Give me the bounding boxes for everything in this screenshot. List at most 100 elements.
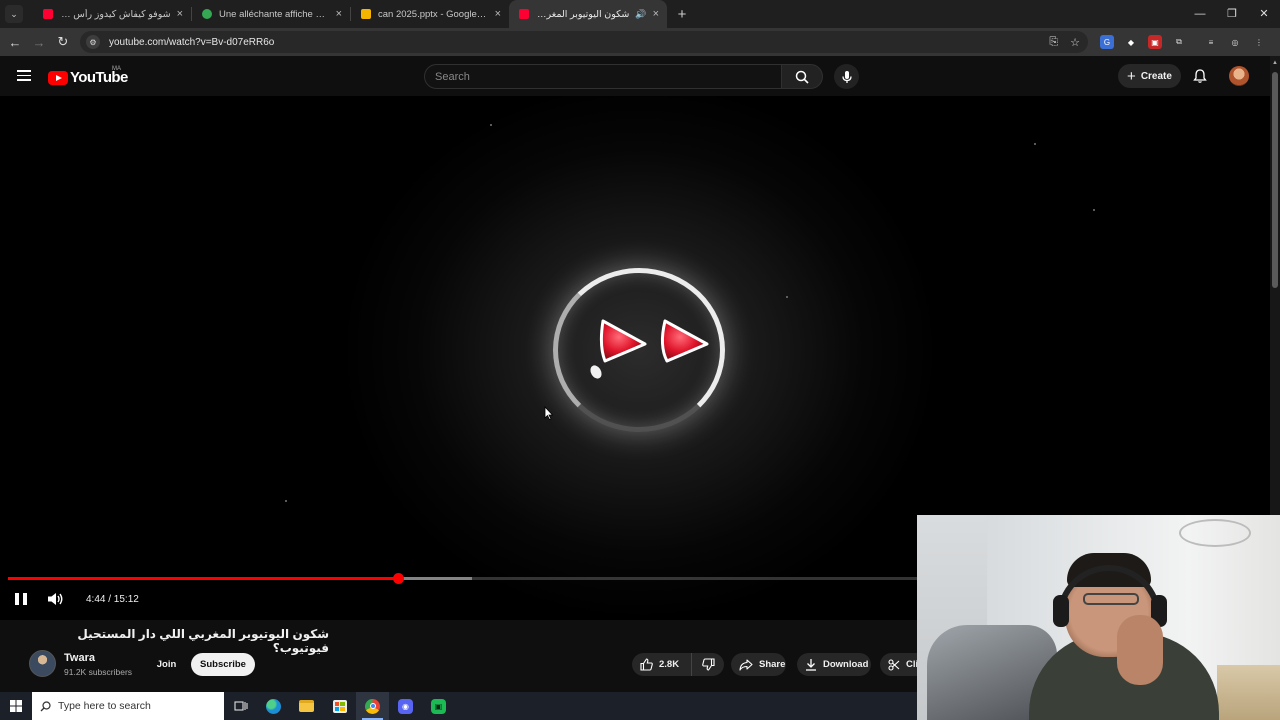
new-tab-button[interactable]: + bbox=[671, 6, 693, 23]
task-view-icon[interactable] bbox=[224, 692, 257, 720]
forward-arrow-icon[interactable]: → bbox=[27, 35, 51, 50]
thumbs-up-icon bbox=[640, 658, 653, 671]
diamond-extension-icon[interactable]: ◆ bbox=[1124, 35, 1138, 49]
file-explorer-icon[interactable] bbox=[290, 692, 323, 720]
channel-avatar[interactable] bbox=[29, 650, 56, 677]
browser-tab-strip: ⌄ شوفو كيفاش كيدوز رأس السنة ف... × Une … bbox=[0, 0, 1280, 28]
tab-title: can 2025.pptx - Google Slides bbox=[378, 8, 489, 20]
taskbar-search-box[interactable] bbox=[32, 692, 224, 720]
taskbar-search-input[interactable] bbox=[58, 700, 218, 712]
restore-icon[interactable]: ❐ bbox=[1216, 0, 1248, 28]
notifications-bell-icon[interactable] bbox=[1192, 68, 1208, 84]
speaker-icon: 🔊 bbox=[635, 8, 647, 19]
create-label: Create bbox=[1140, 70, 1172, 82]
browser-menu-icon[interactable]: ⋮ bbox=[1252, 35, 1266, 49]
subscribe-button[interactable]: Subscribe bbox=[191, 653, 255, 676]
site-favicon-icon bbox=[202, 9, 212, 19]
scissors-icon bbox=[888, 658, 900, 671]
voice-search-button[interactable] bbox=[834, 64, 859, 89]
youtube-favicon-icon bbox=[519, 9, 529, 19]
join-button[interactable]: Join bbox=[149, 653, 184, 676]
windows-logo-icon bbox=[10, 700, 22, 712]
youtube-favicon-icon bbox=[43, 9, 53, 19]
download-label: Download bbox=[823, 659, 869, 670]
browser-tab-2[interactable]: Une alléchante affiche des huiti... × bbox=[192, 0, 350, 28]
region-code: MA bbox=[112, 66, 121, 72]
chrome-taskbar-icon[interactable] bbox=[356, 692, 389, 720]
search-icon bbox=[40, 700, 51, 711]
browser-tab-4-active[interactable]: شكون اليوتيوبر المغربي اللي 🔊 × bbox=[509, 0, 667, 28]
download-icon bbox=[806, 659, 816, 671]
tab-search-button[interactable]: ⌄ bbox=[5, 5, 23, 23]
webcam-overlay bbox=[917, 515, 1280, 720]
scrollbar-thumb[interactable] bbox=[1272, 72, 1278, 288]
channel-name[interactable]: Twara bbox=[64, 652, 95, 664]
tab-title: Une alléchante affiche des huiti... bbox=[219, 8, 330, 20]
omnibox-icons: ⎘ ☆ bbox=[1049, 31, 1080, 53]
plus-icon: + bbox=[1127, 67, 1136, 85]
youtube-play-logo-icon bbox=[48, 70, 68, 85]
minimize-icon[interactable]: — bbox=[1184, 0, 1216, 28]
background-particle bbox=[490, 124, 492, 126]
browser-tab-3[interactable]: can 2025.pptx - Google Slides × bbox=[351, 0, 509, 28]
dislike-button[interactable] bbox=[692, 658, 724, 671]
webcam-ceiling-light bbox=[1179, 519, 1251, 547]
close-tab-icon[interactable]: × bbox=[336, 8, 342, 20]
search-field[interactable] bbox=[424, 64, 782, 89]
like-button[interactable]: 2.8K bbox=[632, 653, 692, 676]
share-button[interactable]: Share bbox=[731, 653, 786, 676]
close-tab-icon[interactable]: × bbox=[177, 8, 183, 20]
eyes-logo-icon bbox=[590, 319, 709, 379]
like-count: 2.8K bbox=[659, 659, 680, 670]
reload-icon[interactable]: ↻ bbox=[51, 34, 75, 50]
mouse-cursor-icon bbox=[544, 406, 553, 420]
translate-extension-icon[interactable]: G bbox=[1100, 35, 1114, 49]
pause-icon[interactable] bbox=[15, 593, 27, 605]
scroll-up-arrow-icon[interactable]: ▲ bbox=[1272, 60, 1278, 66]
microsoft-store-icon[interactable] bbox=[323, 692, 356, 720]
youtube-logo[interactable]: YouTube MA bbox=[48, 66, 128, 86]
google-slides-favicon-icon bbox=[361, 9, 371, 19]
site-info-icon[interactable]: ⚙ bbox=[86, 35, 100, 49]
webcam-person-hand bbox=[1117, 615, 1163, 685]
close-tab-icon[interactable]: × bbox=[653, 8, 659, 20]
browser-toolbar: ← → ↻ ⚙ youtube.com/watch?v=Bv-d07eRR6o … bbox=[0, 28, 1280, 56]
window-controls: — ❐ ✕ bbox=[1184, 0, 1280, 28]
share-arrow-icon bbox=[739, 658, 753, 671]
scrubber-knob[interactable] bbox=[393, 573, 405, 584]
create-button[interactable]: + Create bbox=[1118, 64, 1181, 88]
close-tab-icon[interactable]: × bbox=[495, 8, 501, 20]
account-avatar[interactable] bbox=[1229, 66, 1249, 86]
hamburger-menu-icon[interactable] bbox=[17, 70, 31, 81]
red-extension-icon[interactable]: ▣ bbox=[1148, 35, 1162, 49]
volume-icon[interactable] bbox=[47, 591, 64, 607]
download-button[interactable]: Download bbox=[797, 653, 871, 676]
search-button[interactable] bbox=[781, 64, 823, 89]
background-particle bbox=[285, 500, 287, 502]
media-controls-icon[interactable]: ≡ bbox=[1204, 35, 1218, 49]
played-bar bbox=[8, 577, 399, 580]
browser-tab-1[interactable]: شوفو كيفاش كيدوز رأس السنة ف... × bbox=[33, 0, 191, 28]
windows-start-button[interactable] bbox=[0, 692, 32, 720]
tab-title: شكون اليوتيوبر المغربي اللي bbox=[536, 8, 630, 20]
green-app-taskbar-icon[interactable]: ▣ bbox=[422, 692, 455, 720]
address-bar[interactable]: ⚙ youtube.com/watch?v=Bv-d07eRR6o ⎘ ☆ bbox=[80, 31, 1088, 53]
youtube-masthead: YouTube MA + Create bbox=[0, 56, 1270, 96]
puzzle-extensions-icon[interactable]: ⧉ bbox=[1172, 35, 1186, 49]
share-label: Share bbox=[759, 659, 786, 670]
profile-icon[interactable]: ◎ bbox=[1228, 35, 1242, 49]
time-display: 4:44 / 15:12 bbox=[86, 594, 139, 605]
install-app-icon[interactable]: ⎘ bbox=[1049, 36, 1058, 49]
discord-taskbar-icon[interactable]: ◉ bbox=[389, 692, 422, 720]
back-arrow-icon[interactable]: ← bbox=[3, 35, 27, 50]
search-icon bbox=[795, 70, 809, 84]
edge-browser-icon[interactable] bbox=[257, 692, 290, 720]
background-particle bbox=[786, 296, 788, 298]
url-text[interactable]: youtube.com/watch?v=Bv-d07eRR6o bbox=[109, 37, 274, 48]
background-particle bbox=[1093, 209, 1095, 211]
bookmark-star-icon[interactable]: ☆ bbox=[1070, 36, 1080, 49]
search-input[interactable] bbox=[425, 65, 781, 88]
background-particle bbox=[1034, 143, 1036, 145]
close-window-icon[interactable]: ✕ bbox=[1248, 0, 1280, 28]
tab-title: شوفو كيفاش كيدوز رأس السنة ف... bbox=[60, 8, 171, 20]
